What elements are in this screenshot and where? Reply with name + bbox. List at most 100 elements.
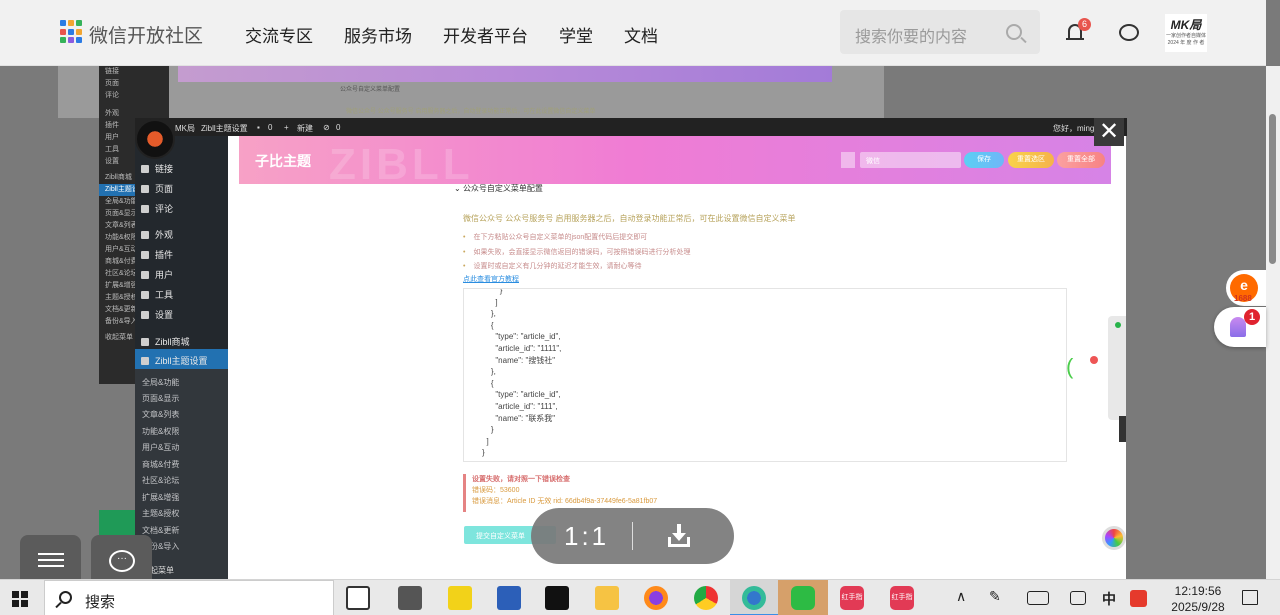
1688-widget[interactable]: e 1688 [1226, 270, 1266, 306]
reset-section-button[interactable]: 重置选区 [1008, 152, 1054, 168]
ice-cream-widget[interactable]: 1 [1214, 307, 1266, 347]
section-description: 微信公众号 公众号服务号 启用服务器之后，自动登录功能正常后，可在此设置微信自定… [463, 214, 796, 223]
notification-badge: 6 [1078, 18, 1091, 31]
image-viewer-controls: 1:1 [531, 508, 734, 564]
sidebar-item-appearance[interactable]: 外观 [141, 228, 173, 241]
clock-time: 12:19:56 [1174, 584, 1222, 598]
admin-bar-links[interactable]: 0 [336, 123, 340, 132]
submenu-item[interactable]: 社区&论坛 [142, 475, 179, 486]
tutorial-link[interactable]: 点此查看官方教程 [463, 274, 519, 284]
firefox-icon[interactable] [644, 586, 668, 610]
wechat-community-logo-icon[interactable] [60, 20, 84, 44]
notification-bell-icon[interactable]: 6 [1066, 18, 1091, 42]
admin-bar-site[interactable]: MK局 [175, 123, 195, 134]
nav-link-developer[interactable]: 开发者平台 [443, 22, 528, 47]
windows-start-icon[interactable] [12, 591, 28, 607]
plus-icon[interactable]: + [284, 123, 289, 132]
wrench-icon [141, 291, 149, 299]
download-icon[interactable] [667, 524, 691, 548]
file-explorer-icon[interactable] [595, 586, 619, 610]
task-view-icon[interactable] [346, 586, 370, 610]
submenu-item[interactable]: 商城&付费 [142, 459, 179, 470]
side-toolbar-tab[interactable] [1119, 416, 1126, 442]
admin-bar-comments[interactable]: 0 [268, 123, 272, 132]
submenu-item[interactable]: 文章&列表 [142, 409, 179, 420]
menu-json-textarea[interactable]: } ] }, { "type": "article_id", "article_… [463, 288, 1067, 462]
save-button[interactable]: 保存 [964, 152, 1004, 168]
admin-bar-settings[interactable]: Zibll主题设置 [201, 123, 248, 134]
sticky-notes-icon[interactable] [448, 586, 472, 610]
taskbar-search[interactable]: 搜索 [44, 580, 334, 615]
zoom-ratio-button[interactable]: 1:1 [564, 521, 609, 552]
message-bubble-icon[interactable] [1119, 24, 1139, 41]
sidebar-item-settings[interactable]: 设置 [141, 308, 173, 321]
nav-links: 交流专区 服务市场 开发者平台 学堂 文档 [245, 22, 658, 47]
user-icon [141, 271, 149, 279]
site-brand[interactable]: 微信开放社区 [89, 21, 203, 48]
chrome-icon[interactable] [694, 586, 718, 610]
side-bracket-icon: ( [1066, 354, 1074, 379]
bg-menu-item: 链接 [105, 68, 119, 75]
admin-bar-new[interactable]: 新建 [297, 123, 313, 134]
avatar[interactable]: MK局 一家创作者自媒体 2024 年 度 作 者 [1165, 14, 1207, 52]
scrollbar-thumb[interactable] [1269, 114, 1276, 264]
settings-search-input[interactable]: 微信 [860, 152, 961, 168]
search-icon[interactable] [1006, 24, 1022, 40]
pen-icon[interactable]: ✎ [989, 588, 1001, 605]
layers-button[interactable] [20, 535, 81, 579]
submenu-item[interactable]: 扩展&增强 [142, 492, 179, 503]
keyboard-icon[interactable] [1027, 591, 1049, 605]
sidebar-item-pages[interactable]: 页面 [141, 182, 173, 195]
edge-icon[interactable] [742, 586, 766, 610]
sidebar-item-plugins[interactable]: 插件 [141, 248, 173, 261]
submenu-item[interactable]: 页面&显示 [142, 393, 179, 404]
submenu-item[interactable]: 文档&更新 [142, 525, 179, 536]
chevron-up-icon[interactable]: ∧ [956, 588, 966, 605]
terminal-icon[interactable] [545, 586, 569, 610]
redfinger-app-icon-2[interactable]: 红手指 [890, 586, 914, 610]
redfinger-app-icon[interactable]: 红手指 [840, 586, 864, 610]
background-section-label: 公众号自定义菜单配置 [340, 87, 401, 93]
ime-mode-indicator[interactable]: 中 [1102, 589, 1116, 609]
sogou-ime-icon[interactable] [1130, 590, 1147, 607]
system-clock[interactable]: 12:19:56 2025/9/28 [1158, 583, 1238, 615]
reset-all-button[interactable]: 重置全部 [1057, 152, 1105, 168]
sidebar-item-users[interactable]: 用户 [141, 268, 173, 281]
menu-toggle-icon[interactable] [841, 152, 855, 168]
nav-link-market[interactable]: 服务市场 [344, 22, 412, 47]
1688-label: 1688 [1234, 294, 1252, 303]
zibll-watermark: ZIBLL [329, 140, 474, 189]
link-icon [141, 165, 149, 173]
close-viewer-button[interactable]: ✕ [1094, 118, 1124, 146]
error-detail: 错误消息：Article ID 无效 rid: 66db4f9a-37449fe… [472, 498, 658, 505]
chat-button[interactable]: ··· [91, 535, 152, 579]
submenu-item[interactable]: 用户&互动 [142, 442, 179, 453]
screen: 公众号自定义菜单配置 微信公众号 公众号服务号 启用服务器之后，自动登录功能正常… [0, 0, 1280, 615]
nav-link-exchange[interactable]: 交流专区 [245, 22, 313, 47]
submenu-item[interactable]: 全局&功能 [142, 377, 179, 388]
wp-admin-sidebar: 链接 页面 评论 外观 插件 用户 工具 设置 Zibll商城 Zibll主题设… [135, 136, 228, 579]
color-wheel-icon[interactable] [1102, 526, 1126, 550]
section-heading[interactable]: ⌄ 公众号自定义菜单配置 [454, 183, 543, 194]
sidebar-item-links[interactable]: 链接 [141, 162, 173, 175]
wechat-icon[interactable] [791, 586, 815, 610]
site-logo-icon[interactable] [135, 119, 175, 159]
error-title: 设置失败，请对照一下错误检查 [472, 476, 570, 483]
sidebar-item-tools[interactable]: 工具 [141, 288, 173, 301]
powershell-icon[interactable] [497, 586, 521, 610]
display-icon[interactable] [1070, 591, 1086, 605]
sidebar-item-comments[interactable]: 评论 [141, 202, 173, 215]
search-input[interactable]: 搜索你要的内容 [840, 10, 1040, 54]
sidebar-item-shop[interactable]: Zibll商城 [141, 335, 190, 348]
nav-link-docs[interactable]: 文档 [624, 22, 658, 47]
notification-center-icon[interactable] [1242, 590, 1258, 605]
nav-link-academy[interactable]: 学堂 [559, 22, 593, 47]
comment-icon[interactable]: ▪ [257, 123, 260, 132]
calculator-icon[interactable] [398, 586, 422, 610]
side-toolbar[interactable] [1108, 316, 1126, 420]
sidebar-item-theme-settings[interactable]: Zibll主题设置 [141, 354, 208, 367]
submenu-item[interactable]: 主题&授权 [142, 508, 179, 519]
submenu-item[interactable]: 功能&权限 [142, 426, 179, 437]
link-icon[interactable]: ⊘ [323, 123, 330, 132]
page-scrollbar[interactable] [1266, 66, 1280, 579]
